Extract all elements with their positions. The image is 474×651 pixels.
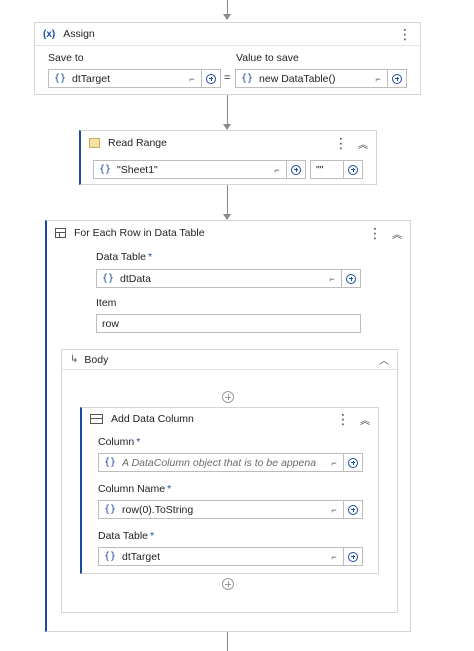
collapse-icon[interactable]: ︽ — [360, 412, 370, 427]
item-label: Item — [96, 297, 117, 309]
item-value[interactable]: row — [102, 318, 119, 330]
assign-title: Assign — [63, 28, 95, 40]
expression-icon: {} — [104, 504, 117, 515]
plus-icon — [348, 504, 358, 515]
add-variable-button[interactable] — [201, 70, 220, 87]
data-table-value[interactable]: dtData — [120, 273, 323, 285]
range-field[interactable]: "" — [310, 160, 363, 179]
body-container: ↳ Body ︿ Add Data Column ⋮ ︽ Column * {} … — [61, 349, 398, 613]
for-each-row-activity[interactable]: For Each Row in Data Table ⋮ ︽ Data Tabl… — [45, 220, 411, 632]
equals-sign: = — [224, 72, 231, 84]
for-each-header[interactable]: For Each Row in Data Table ⋮ ︽ — [47, 221, 410, 245]
connector-line-bottom — [227, 632, 228, 651]
assign-header-divider — [35, 45, 420, 46]
body-header[interactable]: ↳ Body ︿ — [62, 350, 397, 370]
for-each-title: For Each Row in Data Table — [74, 227, 205, 239]
sheet-name-value[interactable]: "Sheet1" — [117, 164, 268, 176]
connector-line-readrange-foreach — [227, 185, 228, 215]
value-to-save-label: Value to save — [236, 52, 299, 64]
column-placeholder[interactable]: A DataColumn object that is to be appena — [122, 457, 325, 469]
expression-icon: {} — [241, 73, 254, 84]
variable-icon: (x) — [43, 28, 56, 40]
collapse-icon[interactable]: ︽ — [358, 136, 368, 151]
body-title: Body — [84, 353, 109, 366]
save-to-field[interactable]: {} dtTarget ⌐ — [48, 69, 221, 88]
add-variable-button[interactable] — [343, 501, 362, 518]
value-to-save-value[interactable]: new DataTable() — [259, 73, 369, 85]
add-variable-button[interactable] — [343, 454, 362, 471]
expand-editor-icon[interactable]: ⌐ — [323, 274, 341, 284]
expression-icon: {} — [99, 164, 112, 175]
expand-editor-icon[interactable]: ⌐ — [325, 505, 343, 515]
collapse-icon[interactable]: ︽ — [392, 226, 402, 241]
add-data-column-header[interactable]: Add Data Column ⋮ ︽ — [82, 408, 378, 430]
chevron-up-icon[interactable]: ︿ — [379, 352, 389, 367]
expand-editor-icon[interactable]: ⌐ — [325, 552, 343, 562]
data-table-label: Data Table * — [96, 251, 153, 263]
plus-icon — [392, 73, 402, 84]
read-range-title: Read Range — [108, 137, 167, 149]
expression-icon: {} — [102, 273, 115, 284]
save-to-value[interactable]: dtTarget — [72, 73, 183, 85]
column-field[interactable]: {} A DataColumn object that is to be app… — [98, 453, 363, 472]
plus-icon — [206, 73, 216, 84]
target-data-table-field[interactable]: {} dtTarget ⌐ — [98, 547, 363, 566]
save-to-label: Save to — [48, 52, 84, 64]
data-table-field[interactable]: {} dtData ⌐ — [96, 269, 361, 288]
more-options-icon[interactable]: ⋮ — [398, 27, 412, 41]
connector-line-assign-readrange — [227, 95, 228, 125]
expression-icon: {} — [104, 551, 117, 562]
column-label: Column * — [98, 436, 141, 448]
read-range-header[interactable]: Read Range ⋮ ︽ — [81, 131, 376, 155]
add-variable-button[interactable] — [341, 270, 360, 287]
table-column-icon — [90, 414, 103, 424]
item-field[interactable]: row — [96, 314, 361, 333]
add-activity-button-bottom[interactable] — [222, 578, 234, 590]
add-variable-button[interactable] — [343, 161, 362, 178]
add-variable-button[interactable] — [343, 548, 362, 565]
expand-editor-icon[interactable]: ⌐ — [325, 458, 343, 468]
add-data-column-activity[interactable]: Add Data Column ⋮ ︽ Column * {} A DataCol… — [80, 407, 379, 574]
column-name-value[interactable]: row(0).ToString — [122, 504, 325, 516]
plus-icon — [291, 164, 301, 175]
connector-arrow-top — [223, 14, 231, 20]
column-name-label: Column Name * — [98, 483, 172, 495]
more-options-icon[interactable]: ⋮ — [368, 226, 382, 240]
assign-header[interactable]: (x) Assign ⋮ — [35, 23, 420, 45]
plus-icon — [348, 457, 358, 468]
nested-arrow-icon: ↳ — [70, 354, 79, 365]
range-value[interactable]: "" — [311, 164, 343, 176]
assign-activity[interactable]: (x) Assign ⋮ Save to Value to save {} dt… — [34, 22, 421, 95]
add-activity-button-top[interactable] — [222, 391, 234, 403]
expand-editor-icon[interactable]: ⌐ — [369, 74, 387, 84]
more-options-icon[interactable]: ⋮ — [334, 136, 348, 150]
add-variable-button[interactable] — [286, 161, 305, 178]
expression-icon: {} — [104, 457, 117, 468]
plus-icon — [348, 551, 358, 562]
target-data-table-label: Data Table * — [98, 530, 155, 542]
target-data-table-value[interactable]: dtTarget — [122, 551, 325, 563]
add-variable-button[interactable] — [387, 70, 406, 87]
more-options-icon[interactable]: ⋮ — [336, 412, 350, 426]
read-range-activity[interactable]: Read Range ⋮ ︽ {} "Sheet1" ⌐ "" — [79, 130, 377, 185]
expression-icon: {} — [54, 73, 67, 84]
value-to-save-field[interactable]: {} new DataTable() ⌐ — [235, 69, 407, 88]
excel-range-icon — [89, 138, 100, 148]
expand-editor-icon[interactable]: ⌐ — [183, 74, 201, 84]
column-name-field[interactable]: {} row(0).ToString ⌐ — [98, 500, 363, 519]
table-loop-icon — [55, 228, 66, 238]
add-data-column-title: Add Data Column — [111, 413, 194, 425]
expand-editor-icon[interactable]: ⌐ — [268, 165, 286, 175]
sheet-name-field[interactable]: {} "Sheet1" ⌐ — [93, 160, 306, 179]
plus-icon — [346, 273, 356, 284]
plus-icon — [348, 164, 358, 175]
